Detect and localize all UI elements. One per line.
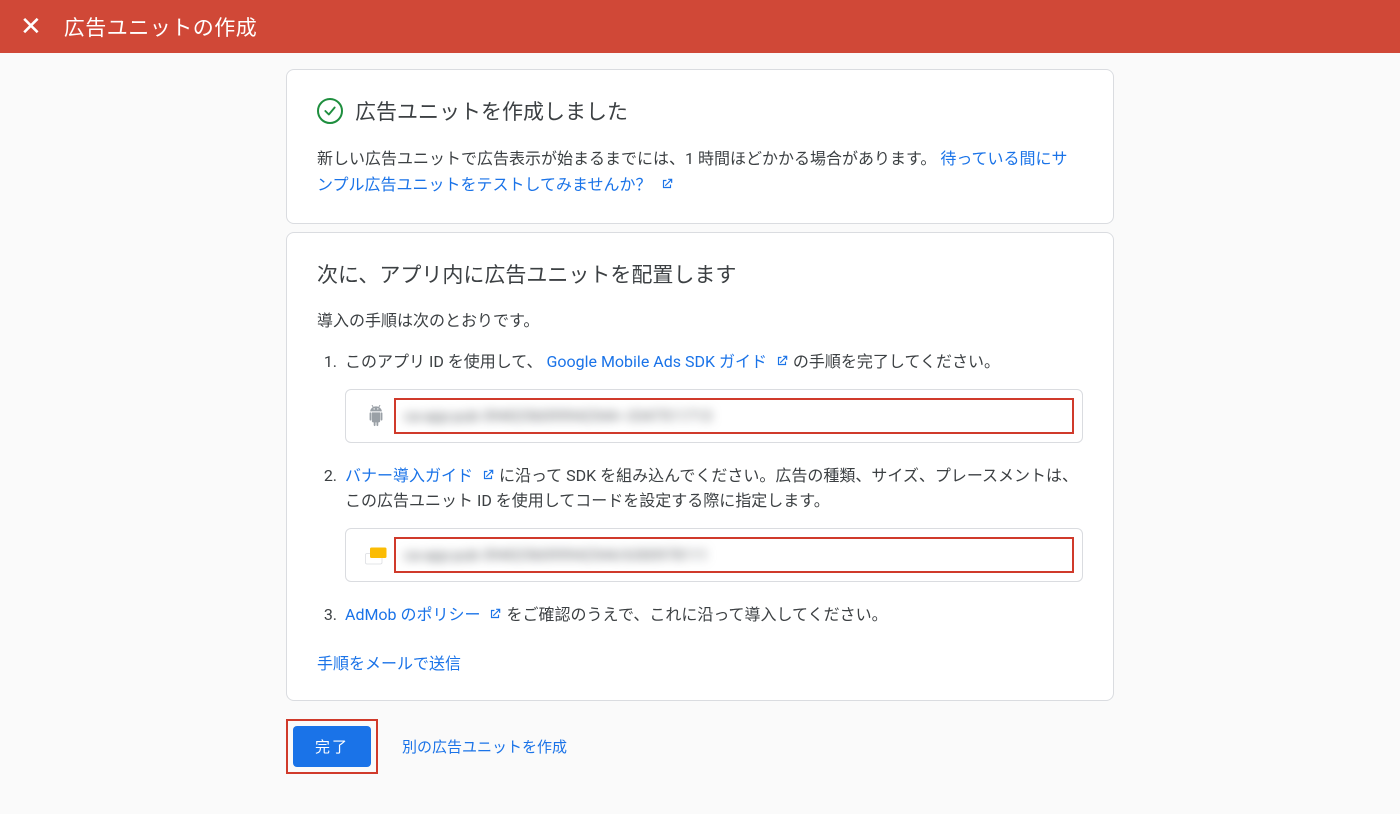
send-mail-link[interactable]: 手順をメールで送信 (317, 654, 461, 673)
external-link-icon (488, 603, 502, 617)
banner-guide-link[interactable]: バナー導入ガイド (345, 466, 499, 485)
done-button[interactable]: 完了 (293, 726, 371, 767)
admob-policy-link[interactable]: AdMob のポリシー (345, 605, 506, 624)
steps-list: このアプリ ID を使用して、 Google Mobile Ads SDK ガイ… (317, 349, 1083, 627)
step-1: このアプリ ID を使用して、 Google Mobile Ads SDK ガイ… (341, 349, 1083, 443)
success-body-text: 新しい広告ユニットで広告表示が始まるまでには、1 時間ほどかかる場合があります。 (317, 149, 940, 168)
app-bar: ✕ 広告ユニットの作成 (0, 0, 1400, 53)
success-heading-row: 広告ユニットを作成しました (317, 96, 1083, 126)
create-another-button[interactable]: 別の広告ユニットを作成 (402, 736, 567, 757)
app-id-box: ca-app-pub-3940256099942544~3347511713 (345, 389, 1083, 443)
ad-unit-icon (364, 543, 388, 567)
step-2: バナー導入ガイド に沿って SDK を組み込んでください。広告の種類、サイズ、プ… (341, 463, 1083, 582)
step-3-suffix: をご確認のうえで、これに沿って導入してください。 (506, 605, 887, 624)
external-link-icon (481, 464, 495, 478)
done-button-highlight: 完了 (286, 719, 378, 774)
success-body: 新しい広告ユニットで広告表示が始まるまでには、1 時間ほどかかる場合があります。… (317, 146, 1083, 197)
ad-unit-id-box: ca-app-pub-3940256099942544/6300978111 (345, 528, 1083, 582)
steps-intro: 導入の手順は次のとおりです。 (317, 307, 1083, 331)
app-id-value[interactable]: ca-app-pub-3940256099942544~3347511713 (404, 404, 1064, 428)
sdk-guide-link-label: Google Mobile Ads SDK ガイド (546, 352, 767, 371)
steps-title: 次に、アプリ内に広告ユニットを配置します (317, 259, 1083, 289)
step-1-prefix: このアプリ ID を使用して、 (345, 352, 543, 371)
close-icon[interactable]: ✕ (16, 10, 46, 44)
sdk-guide-link[interactable]: Google Mobile Ads SDK ガイド (546, 352, 792, 371)
steps-card: 次に、アプリ内に広告ユニットを配置します 導入の手順は次のとおりです。 このアプ… (286, 232, 1114, 700)
check-circle-icon (317, 98, 343, 124)
success-title: 広告ユニットを作成しました (355, 96, 628, 126)
page-title: 広告ユニットの作成 (64, 12, 258, 42)
ad-unit-id-value[interactable]: ca-app-pub-3940256099942544/6300978111 (404, 543, 1064, 567)
step-1-suffix: の手順を完了してください。 (793, 352, 1000, 371)
external-link-icon (660, 173, 674, 187)
success-card: 広告ユニットを作成しました 新しい広告ユニットで広告表示が始まるまでには、1 時… (286, 69, 1114, 224)
step-3: AdMob のポリシー をご確認のうえで、これに沿って導入してください。 (341, 602, 1083, 628)
banner-guide-link-label: バナー導入ガイド (345, 466, 473, 485)
action-row: 完了 別の広告ユニットを作成 (286, 719, 1114, 774)
page-body: 広告ユニットを作成しました 新しい広告ユニットで広告表示が始まるまでには、1 時… (0, 53, 1400, 814)
admob-policy-link-label: AdMob のポリシー (345, 605, 481, 624)
android-icon (364, 404, 388, 428)
external-link-icon (775, 350, 789, 364)
